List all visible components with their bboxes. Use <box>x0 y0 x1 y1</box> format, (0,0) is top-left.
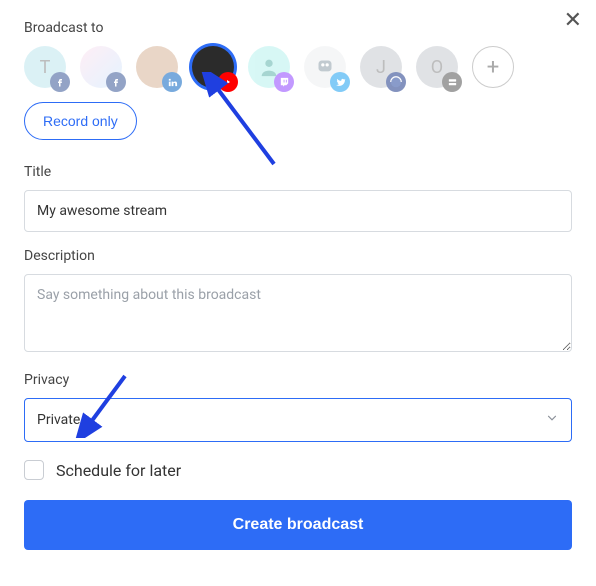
destination-custom-rtmp[interactable]: O <box>416 46 458 88</box>
twitch-icon <box>274 72 294 92</box>
destination-row: T J O <box>24 46 572 88</box>
avatar-initial: O <box>431 57 443 78</box>
destination-mixer[interactable]: J <box>360 46 402 88</box>
facebook-icon <box>106 72 126 92</box>
destination-linkedin[interactable] <box>136 46 178 88</box>
description-input[interactable] <box>24 274 572 352</box>
youtube-icon <box>218 72 238 92</box>
close-icon[interactable]: ✕ <box>564 10 582 32</box>
privacy-selected-value: Private <box>37 412 80 428</box>
schedule-label: Schedule for later <box>56 461 181 480</box>
destination-twitter[interactable] <box>304 46 346 88</box>
record-only-button[interactable]: Record only <box>24 102 137 140</box>
plus-icon: + <box>487 55 499 80</box>
avatar-initial: J <box>376 57 386 78</box>
facebook-icon <box>50 72 70 92</box>
title-label: Title <box>24 164 572 180</box>
server-icon <box>442 72 462 92</box>
broadcast-to-label: Broadcast to <box>24 20 572 36</box>
spiral-icon <box>386 72 406 92</box>
schedule-checkbox[interactable] <box>24 460 44 480</box>
destination-facebook-2[interactable] <box>80 46 122 88</box>
destination-facebook-1[interactable]: T <box>24 46 66 88</box>
destination-youtube[interactable] <box>192 46 234 88</box>
title-input[interactable] <box>24 190 572 232</box>
avatar-initial: T <box>40 57 51 78</box>
destination-twitch[interactable] <box>248 46 290 88</box>
twitter-icon <box>330 72 350 92</box>
privacy-label: Privacy <box>24 372 572 388</box>
linkedin-icon <box>162 72 182 92</box>
add-destination-button[interactable]: + <box>472 46 514 88</box>
chevron-down-icon <box>545 411 559 429</box>
create-broadcast-button[interactable]: Create broadcast <box>24 500 572 550</box>
schedule-row: Schedule for later <box>24 460 572 480</box>
privacy-select[interactable]: Private <box>24 398 572 442</box>
description-label: Description <box>24 248 572 264</box>
